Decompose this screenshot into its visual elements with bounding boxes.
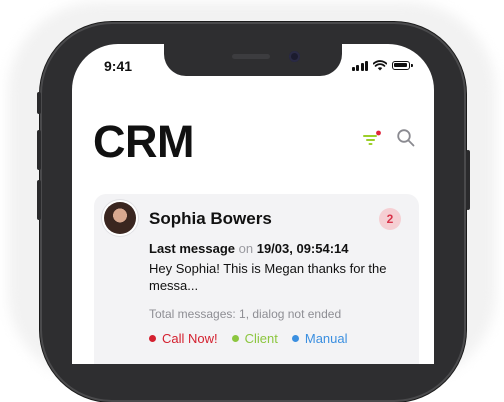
tag-dot	[149, 335, 156, 342]
notch	[164, 44, 342, 76]
last-message-line: Last message on 19/03, 09:54:14	[149, 241, 349, 256]
front-camera	[289, 51, 300, 62]
wifi-icon	[373, 60, 387, 71]
conversation-card[interactable]: Sophia Bowers 2 Last message on 19/03, 0…	[94, 194, 419, 364]
contact-name: Sophia Bowers	[149, 209, 272, 228]
search-icon[interactable]	[396, 128, 416, 148]
filter-icon[interactable]	[362, 130, 382, 148]
signal-icon	[351, 60, 368, 71]
speaker-grille	[232, 54, 270, 59]
message-preview: Hey Sophia! This is Megan thanks for the…	[149, 261, 387, 293]
phone-screen: 9:41 CRM Sophia Bowers 2 Last message on	[72, 44, 434, 364]
side-button-left-3	[37, 180, 41, 220]
page-title: CRM	[93, 116, 194, 167]
status-icons	[351, 60, 413, 71]
tag-dot	[291, 335, 299, 342]
status-time: 9:41	[104, 58, 133, 74]
unread-badge: 2	[379, 208, 401, 230]
avatar	[104, 202, 136, 234]
side-button-left-2	[37, 130, 41, 170]
side-button-right	[466, 150, 470, 210]
tag-dot	[231, 335, 239, 342]
total-messages: Total messages: 1, dialog not ended	[149, 307, 342, 321]
last-message-timestamp: 19/03, 09:54:14	[256, 241, 349, 256]
battery-icon	[392, 61, 413, 70]
last-message-label: Last message	[149, 241, 235, 256]
side-button-left-1	[37, 92, 41, 114]
on-word: on	[238, 241, 254, 256]
